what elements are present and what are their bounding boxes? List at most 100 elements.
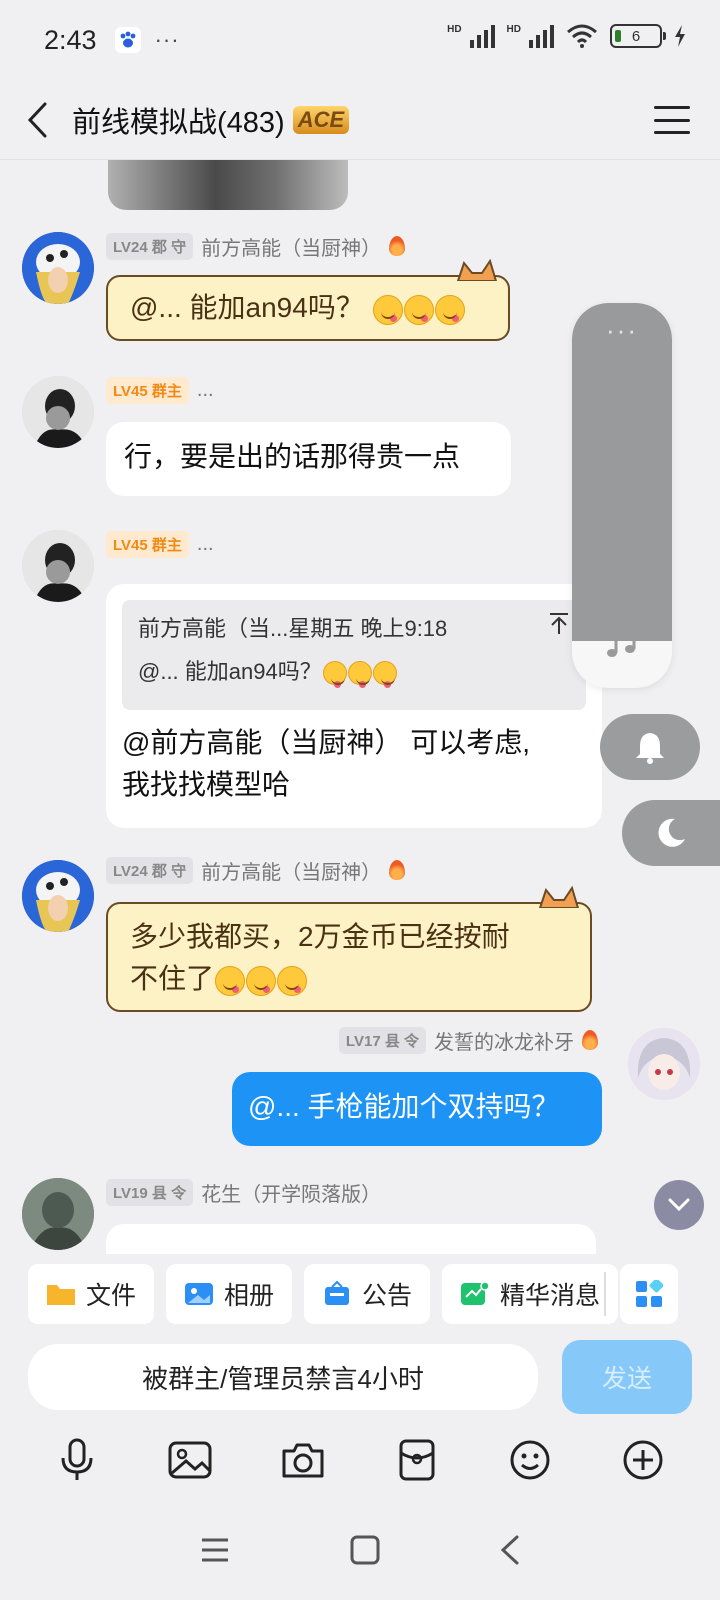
ace-badge-icon: ACE <box>292 105 350 134</box>
flame-icon <box>389 236 406 256</box>
status-time: 2:43 <box>44 24 97 55</box>
composer: 被群主/管理员禁言4小时 发送 <box>0 1340 720 1420</box>
quoted-message[interactable]: 前方高能（当...星期五 晚上9:18 @... 能加an94吗？ <box>122 600 586 710</box>
chevron-down-icon <box>668 1198 690 1212</box>
signal-icon-2 <box>529 24 554 48</box>
avatar[interactable] <box>22 530 94 602</box>
music-note-icon[interactable] <box>606 625 640 659</box>
moon-icon <box>658 818 685 847</box>
message-meta: LV19 县 令 花生（开学陨落版） <box>106 1178 381 1206</box>
message-meta: LV24 郡 守 前方高能（当厨神） <box>106 232 406 261</box>
more-button[interactable] <box>613 1430 673 1490</box>
essence-label: 精华消息 <box>500 1282 601 1310</box>
image-icon <box>168 1441 212 1479</box>
status-indicators: HD HD 6 <box>447 24 686 48</box>
notification-toggle[interactable] <box>600 714 700 780</box>
notification-more-icon: ··· <box>154 27 180 52</box>
signal-icon <box>469 24 495 48</box>
floating-widget-panel[interactable]: ··· <box>572 303 672 688</box>
image-message-thumbnail[interactable] <box>108 160 348 210</box>
more-apps-button[interactable] <box>620 1264 678 1324</box>
yum-emoji-icon <box>347 661 372 689</box>
self-avatar[interactable] <box>628 1028 700 1100</box>
chat-header: 前线模拟战(483) ACE <box>0 80 720 160</box>
camera-icon <box>282 1443 324 1478</box>
message-text-line: @前方高能（当厨神） 可以考虑, <box>122 727 530 758</box>
sender-name[interactable]: 前方高能（当厨神） <box>201 856 381 885</box>
back-button[interactable] <box>4 80 72 160</box>
yum-emoji-icon <box>277 965 308 996</box>
file-button[interactable]: 文件 <box>28 1264 155 1324</box>
message-text-line: 我找找模型哈 <box>122 769 291 800</box>
sender-name[interactable]: 发誓的冰龙补牙 <box>434 1026 574 1055</box>
group-title[interactable]: 前线模拟战(483) <box>72 99 285 141</box>
recent-apps-icon[interactable] <box>200 1537 230 1563</box>
announcement-icon <box>325 1281 350 1305</box>
level-badge: LV24 郡 守 <box>106 232 194 260</box>
self-message-bubble[interactable]: @... 手枪能加个双持吗？ <box>232 1072 602 1146</box>
camera-button[interactable] <box>273 1430 333 1490</box>
avatar[interactable] <box>22 860 94 932</box>
essence-icon <box>461 1281 490 1305</box>
gallery-button[interactable] <box>160 1430 220 1490</box>
wifi-icon <box>567 24 597 48</box>
quote-author: 前方高能（当... <box>138 616 289 641</box>
menu-button[interactable] <box>654 102 690 138</box>
announcement-button[interactable]: 公告 <box>304 1264 431 1324</box>
reply-message-bubble[interactable]: 前方高能（当...星期五 晚上9:18 @... 能加an94吗？ @前方高能（… <box>106 584 602 828</box>
battery-level: 6 <box>631 27 641 45</box>
sender-name[interactable]: ... <box>197 379 214 402</box>
flame-icon <box>582 1030 598 1050</box>
announcement-label: 公告 <box>362 1282 413 1310</box>
avatar[interactable] <box>22 376 94 448</box>
emoji-button[interactable] <box>500 1430 560 1490</box>
hd-label-2: HD <box>506 24 521 35</box>
message-text-line: 不住了 <box>130 963 215 994</box>
cat-decoration-icon <box>538 886 580 908</box>
yum-emoji-icon <box>403 294 434 325</box>
message-text-line: 多少我都买，2万金币已经按耐 <box>130 921 510 952</box>
sender-name[interactable]: 前方高能（当厨神） <box>201 232 381 261</box>
battery-icon: 6 <box>610 24 666 48</box>
file-label: 文件 <box>86 1282 137 1310</box>
sender-name[interactable]: 花生（开学陨落版） <box>201 1178 381 1207</box>
message-bubble[interactable]: 多少我都买，2万金币已经按耐 不住了 <box>106 886 592 1012</box>
album-label: 相册 <box>224 1282 275 1310</box>
level-badge: LV17 县 令 <box>338 1026 426 1054</box>
avatar[interactable] <box>22 1178 94 1250</box>
yum-emoji-icon <box>215 965 246 996</box>
back-icon[interactable] <box>500 1535 520 1565</box>
apps-grid-icon <box>636 1280 663 1307</box>
message-bubble[interactable] <box>106 1224 596 1254</box>
yum-emoji-icon <box>434 294 465 325</box>
muted-notice: 被群主/管理员禁言4小时 <box>142 1363 424 1394</box>
yum-emoji-icon <box>322 661 347 689</box>
night-mode-toggle[interactable] <box>622 800 720 866</box>
folder-icon <box>47 1285 75 1305</box>
album-button[interactable]: 相册 <box>166 1264 293 1324</box>
essence-button[interactable]: 精华消息 <box>442 1264 619 1324</box>
floating-widget-handle[interactable] <box>572 303 672 641</box>
sender-name[interactable]: ... <box>197 533 214 556</box>
message-input[interactable]: 被群主/管理员禁言4小时 <box>28 1344 538 1410</box>
composer-actions <box>0 1420 720 1500</box>
owner-badge: LV45 群主 <box>106 376 189 404</box>
divider <box>604 1272 606 1316</box>
scroll-to-bottom-button[interactable] <box>654 1180 704 1230</box>
message-bubble[interactable]: 行，要是出的话那得贵一点 <box>106 422 511 496</box>
message-bubble[interactable]: @... 能加an94吗？ <box>106 259 510 341</box>
quote-time: 星期五 晚上9:18 <box>288 616 448 641</box>
message-meta: LV17 县 令 发誓的冰龙补牙 <box>338 1026 598 1055</box>
red-packet-button[interactable] <box>387 1430 447 1490</box>
jump-to-top-icon[interactable] <box>548 612 570 636</box>
level-badge: LV24 郡 守 <box>106 856 194 884</box>
album-icon <box>185 1283 214 1305</box>
more-dots-icon[interactable]: ··· <box>572 315 672 346</box>
message-text: @... 手枪能加个双持吗？ <box>248 1091 560 1122</box>
baidu-paw-icon <box>114 27 141 53</box>
send-button[interactable]: 发送 <box>562 1340 692 1414</box>
home-icon[interactable] <box>350 1535 380 1565</box>
back-arrow-icon <box>27 102 47 137</box>
avatar[interactable] <box>22 232 94 304</box>
voice-button[interactable] <box>47 1430 107 1490</box>
